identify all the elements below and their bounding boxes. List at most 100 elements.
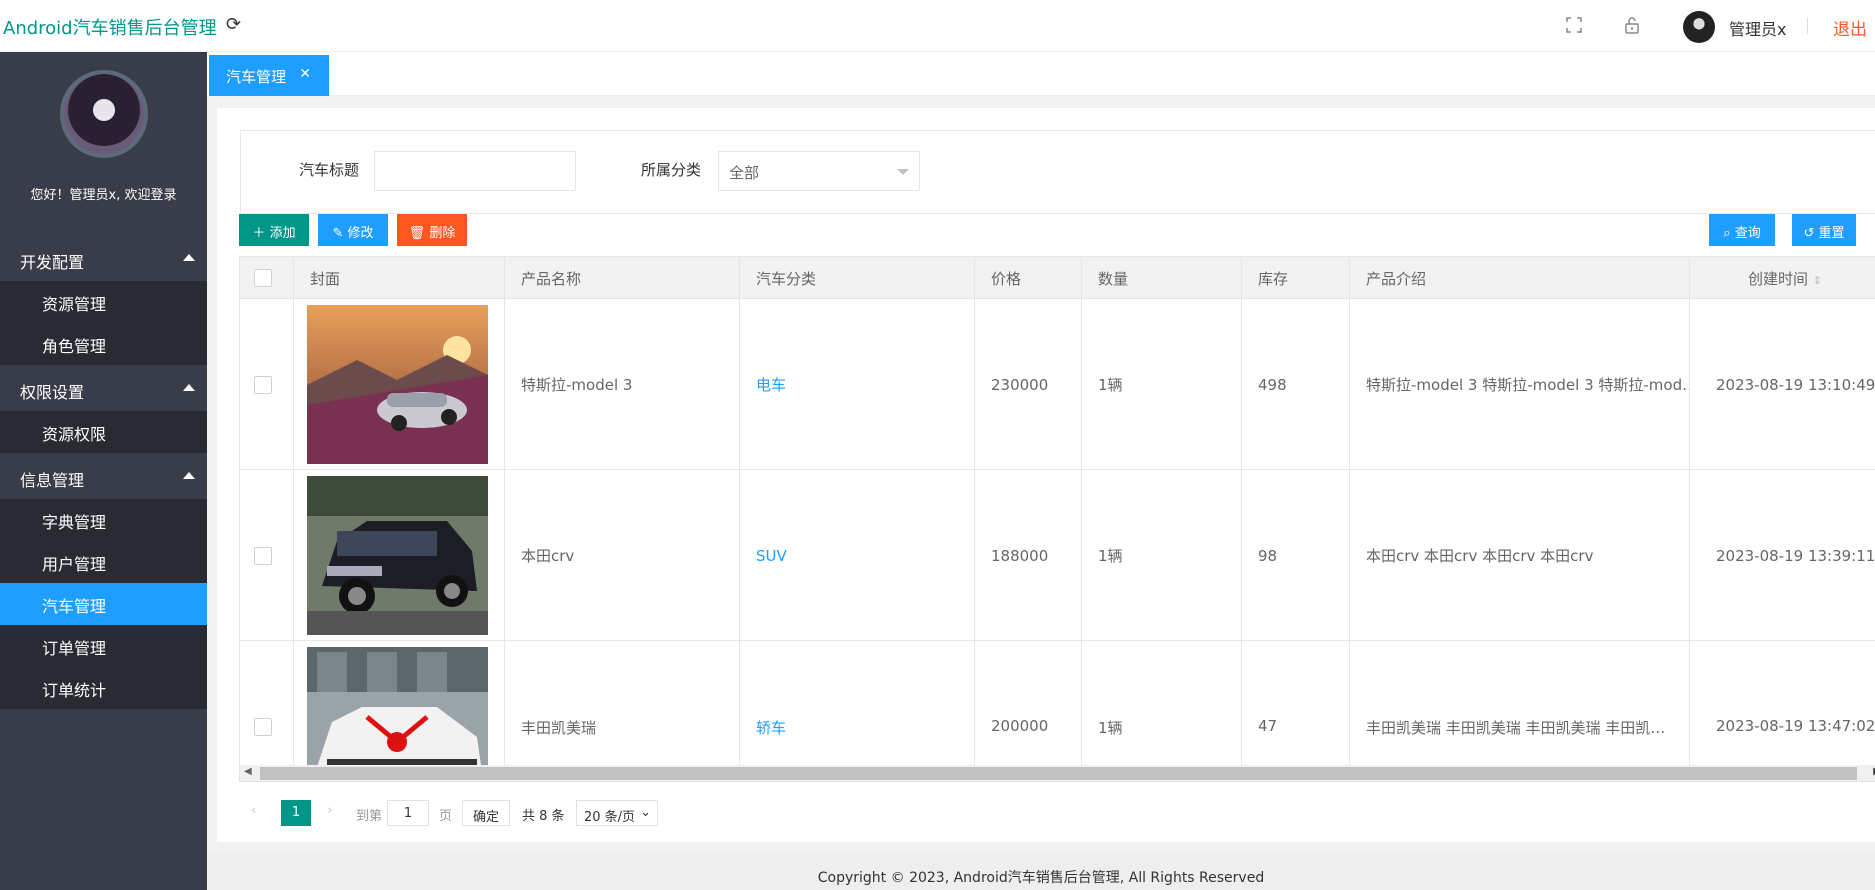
sidebar-avatar [60,70,148,158]
chevron-down-icon [897,169,909,175]
horizontal-scroll-thumb[interactable] [260,767,1857,780]
menu-group-permission[interactable]: 权限设置 [0,367,207,411]
total-count: 共 8 条 [522,809,565,824]
sort-icon[interactable]: ⇕ [1813,274,1822,287]
row-checkbox[interactable] [240,299,294,470]
trash-icon: 🗑 [408,226,426,241]
search-form: 汽车标题 所属分类 全部 [240,130,1875,214]
column-header-created-label: 创建时间 [1748,270,1809,288]
caret-up-icon [183,384,195,391]
car-cover-image [307,305,488,464]
page-unit-label: 页 [439,809,453,824]
add-button[interactable]: ＋ 添加 [239,214,309,246]
caret-up-icon [183,254,195,261]
close-icon[interactable]: ✕ [299,66,311,82]
sidebar-item-dictionary[interactable]: 字典管理 [0,499,207,541]
car-qty: 1辆 [1082,641,1242,781]
scroll-left-icon[interactable]: ◀ [244,766,252,777]
sidebar-item-orders[interactable]: 订单管理 [0,625,207,667]
sidebar-item-users[interactable]: 用户管理 [0,541,207,583]
fullscreen-icon[interactable] [1564,15,1584,35]
title-input[interactable] [374,151,576,191]
brand-title[interactable]: Android汽车销售后台管理 [3,14,217,40]
goto-page-input[interactable]: 1 [387,800,429,826]
current-page[interactable]: 1 [281,800,311,826]
per-page-select[interactable]: 20 条/页 ⌄ [576,800,658,826]
car-created: 2023-08-19 13:39:11 [1690,470,1875,641]
menu-group-dev-config[interactable]: 开发配置 [0,237,207,281]
car-stock: 498 [1242,299,1350,470]
delete-button[interactable]: 🗑 删除 [397,214,467,246]
main-content: 汽车标题 所属分类 全部 ＋ 添加 ✎ 修改 🗑 删除 ⌕ 查询 ↺ 重置 封面… [207,96,1875,890]
column-header-qty: 数量 [1082,257,1242,299]
tab-car-manage[interactable]: 汽车管理 ✕ [209,55,329,96]
column-header-category: 汽车分类 [740,257,975,299]
header-divider [1807,18,1808,34]
next-page-icon[interactable]: › [327,803,332,818]
row-checkbox[interactable] [240,641,294,781]
car-intro: 特斯拉-model 3 特斯拉-model 3 特斯拉-mod… [1350,299,1690,470]
column-header-price: 价格 [975,257,1082,299]
select-all-checkbox[interactable] [240,257,294,299]
lock-icon[interactable] [1622,15,1642,35]
category-select[interactable]: 全部 [718,151,920,191]
query-button[interactable]: ⌕ 查询 [1709,214,1775,246]
caret-up-icon [183,472,195,479]
reset-icon: ↺ [1803,226,1815,241]
menu-group-label: 权限设置 [20,383,85,402]
edit-button-label: 修改 [347,226,374,241]
column-header-intro: 产品介绍 [1350,257,1690,299]
column-header-created[interactable]: 创建时间 ⇕ [1690,257,1875,299]
delete-button-label: 删除 [429,226,456,241]
table-row: 丰田凯美瑞 轿车 200000 1辆 47 丰田凯美瑞 丰田凯美瑞 丰田凯美瑞 … [240,641,1875,781]
car-created: 2023-08-19 13:10:49 [1690,299,1875,470]
car-category-link[interactable]: 电车 [740,299,975,470]
query-button-label: 查询 [1734,226,1761,241]
car-category-link[interactable]: 轿车 [740,641,975,781]
car-cover-image [307,647,488,781]
reset-button[interactable]: ↺ 重置 [1792,214,1856,246]
car-cover-image [307,476,488,635]
table-header: 封面 产品名称 汽车分类 价格 数量 库存 产品介绍 创建时间 ⇕ [240,257,1875,299]
logout-link[interactable]: 退出 [1833,15,1867,40]
sidebar-item-cars[interactable]: 汽车管理 [0,583,207,625]
car-intro: 本田crv 本田crv 本田crv 本田crv [1350,470,1690,641]
horizontal-scrollbar[interactable]: ◀ ▶ [240,765,1875,781]
sidebar: 您好！管理员x, 欢迎登录 开发配置 资源管理 角色管理 权限设置 资源权限 信… [0,52,207,890]
refresh-icon[interactable]: ⟳ [226,14,241,35]
column-header-stock: 库存 [1242,257,1350,299]
car-price: 200000 [975,641,1082,781]
column-header-name: 产品名称 [505,257,740,299]
sidebar-item-role-manage[interactable]: 角色管理 [0,323,207,365]
table-row: 本田crv SUV 188000 1辆 98 本田crv 本田crv 本田crv… [240,470,1875,641]
table-row: 特斯拉-model 3 电车 230000 1辆 498 特斯拉-model 3… [240,299,1875,470]
cover-cell [294,299,505,470]
user-name[interactable]: 管理员x [1729,16,1786,40]
car-stock: 47 [1242,641,1350,781]
reset-button-label: 重置 [1818,226,1845,241]
cover-cell [294,470,505,641]
user-avatar[interactable] [1683,11,1715,43]
edit-button[interactable]: ✎ 修改 [318,214,388,246]
sidebar-item-order-stats[interactable]: 订单统计 [0,667,207,709]
menu-group-label: 开发配置 [20,253,85,272]
goto-confirm-button[interactable]: 确定 [462,800,510,826]
sidebar-item-resource-permission[interactable]: 资源权限 [0,411,207,453]
welcome-text: 您好！管理员x, 欢迎登录 [30,188,177,203]
car-price: 230000 [975,299,1082,470]
sidebar-item-resource-manage[interactable]: 资源管理 [0,281,207,323]
car-price: 188000 [975,470,1082,641]
add-button-label: 添加 [269,226,296,241]
car-qty: 1辆 [1082,470,1242,641]
chevron-down-icon: ⌄ [640,805,651,820]
car-name: 特斯拉-model 3 [505,299,740,470]
car-category-link[interactable]: SUV [740,470,975,641]
prev-page-icon[interactable]: ‹ [251,803,256,818]
plus-icon: ＋ [252,226,266,241]
row-checkbox[interactable] [240,470,294,641]
car-name: 丰田凯美瑞 [505,641,740,781]
car-name: 本田crv [505,470,740,641]
per-page-value: 20 条/页 [584,810,636,825]
menu-group-info[interactable]: 信息管理 [0,455,207,499]
goto-label: 到第 [356,809,383,824]
